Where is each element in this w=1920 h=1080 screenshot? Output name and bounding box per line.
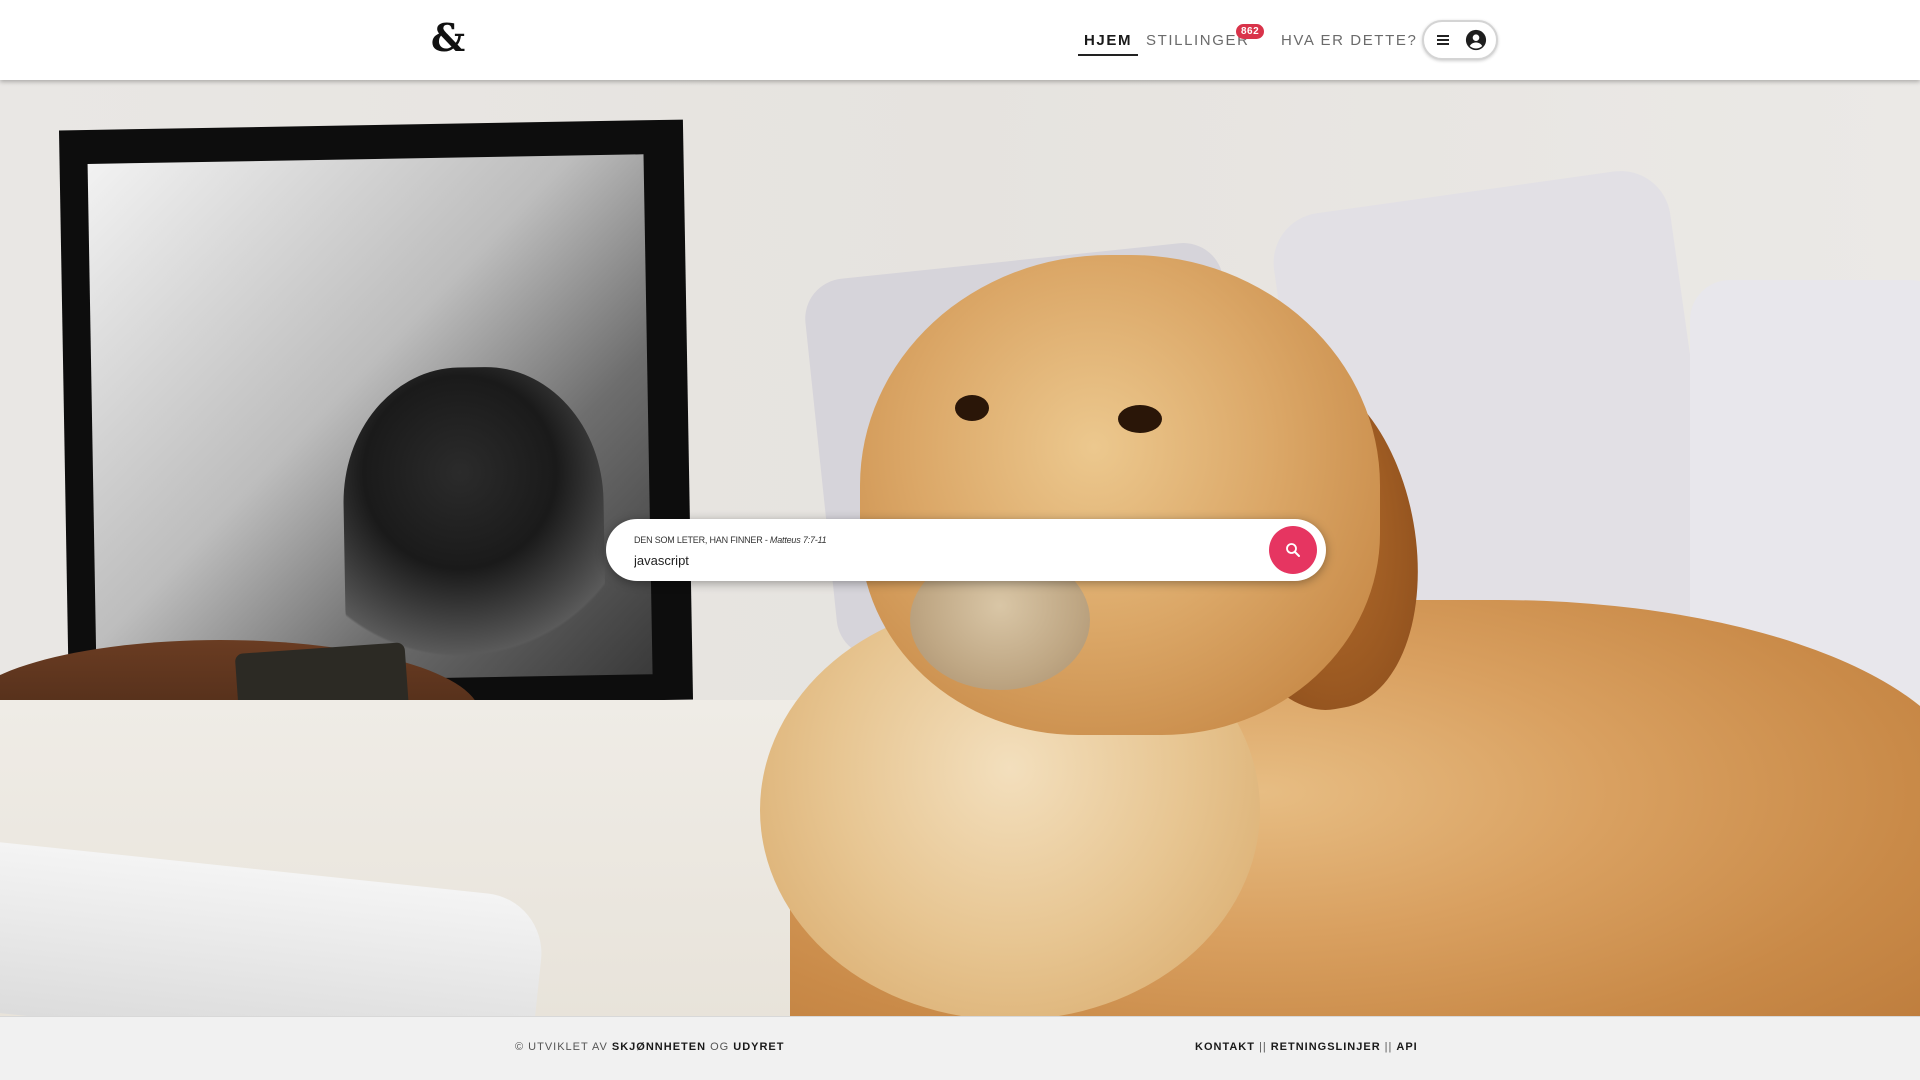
user-menu-button[interactable] xyxy=(1422,20,1498,60)
search-label: DEN SOM LETER, HAN FINNER - Matteus 7:7-… xyxy=(634,535,827,545)
jobs-count-badge: 862 xyxy=(1236,24,1265,39)
credits-and: OG xyxy=(706,1041,734,1053)
footer: © UTVIKLET AV SKJØNNHETEN OG UDYRET KONT… xyxy=(0,1016,1920,1080)
search-label-reference: Matteus 7:7-11 xyxy=(769,535,827,545)
footer-link-contact[interactable]: KONTAKT xyxy=(1195,1041,1255,1053)
nav-home[interactable]: HJEM xyxy=(1078,0,1139,80)
footer-credits: © UTVIKLET AV SKJØNNHETEN OG UDYRET xyxy=(515,1041,785,1053)
search-input[interactable] xyxy=(634,550,1214,570)
footer-links: KONTAKT || RETNINGSLINJER || API xyxy=(1195,1041,1418,1053)
nav-about[interactable]: HVA ER DETTE? xyxy=(1281,0,1417,80)
search-box: DEN SOM LETER, HAN FINNER - Matteus 7:7-… xyxy=(606,519,1326,581)
footer-link-guidelines[interactable]: RETNINGSLINJER xyxy=(1271,1041,1381,1053)
credits-prefix: © UTVIKLET AV xyxy=(515,1041,612,1053)
account-circle-icon xyxy=(1465,29,1487,51)
search-label-text: DEN SOM LETER, HAN FINNER - xyxy=(634,535,770,545)
footer-separator: || xyxy=(1384,1041,1393,1053)
top-navbar: & HJEM STILLINGER 862 HVA ER DETTE? xyxy=(0,0,1920,80)
nav-about-label: HVA ER DETTE? xyxy=(1281,31,1418,49)
search-icon xyxy=(1286,543,1300,557)
nav-jobs-label: STILLINGER xyxy=(1146,31,1250,49)
footer-link-api[interactable]: API xyxy=(1396,1041,1417,1053)
active-underline xyxy=(1078,54,1139,56)
hamburger-menu-icon xyxy=(1437,35,1449,45)
credits-beauty-link[interactable]: SKJØNNHETEN xyxy=(612,1041,706,1053)
search-button[interactable] xyxy=(1269,526,1317,574)
nav-jobs[interactable]: STILLINGER xyxy=(1146,0,1250,80)
nav-home-label: HJEM xyxy=(1084,31,1133,49)
credits-beast-link[interactable]: UDYRET xyxy=(733,1041,784,1053)
ampersand-logo[interactable]: & xyxy=(430,18,466,58)
footer-separator: || xyxy=(1258,1041,1267,1053)
